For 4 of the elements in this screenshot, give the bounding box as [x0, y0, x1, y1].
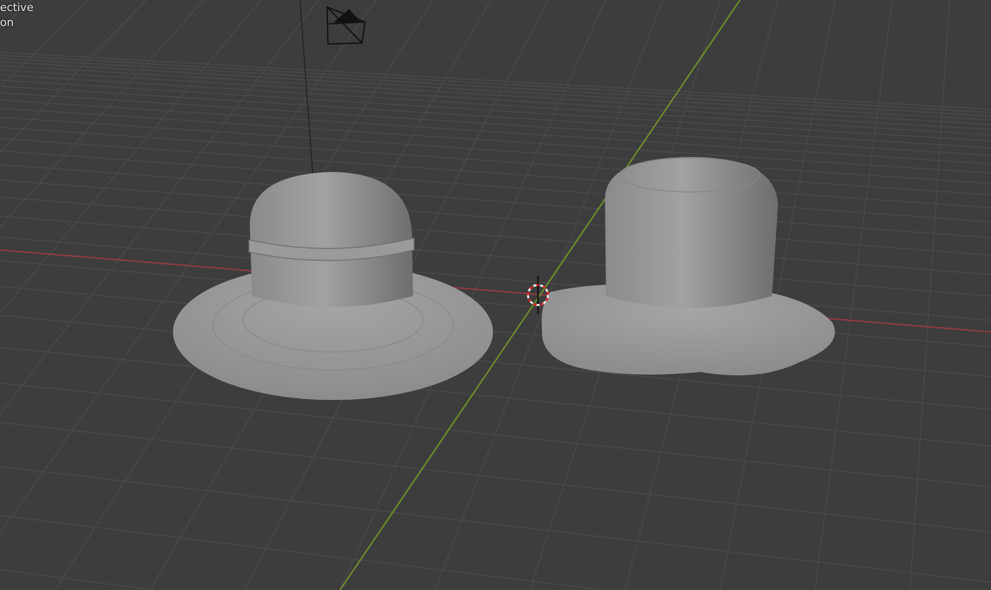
camera-icon — [326, 6, 366, 45]
overlay-text: ective — [0, 0, 34, 15]
3d-cursor-icon — [527, 276, 549, 314]
overlay-text: on — [0, 15, 14, 30]
